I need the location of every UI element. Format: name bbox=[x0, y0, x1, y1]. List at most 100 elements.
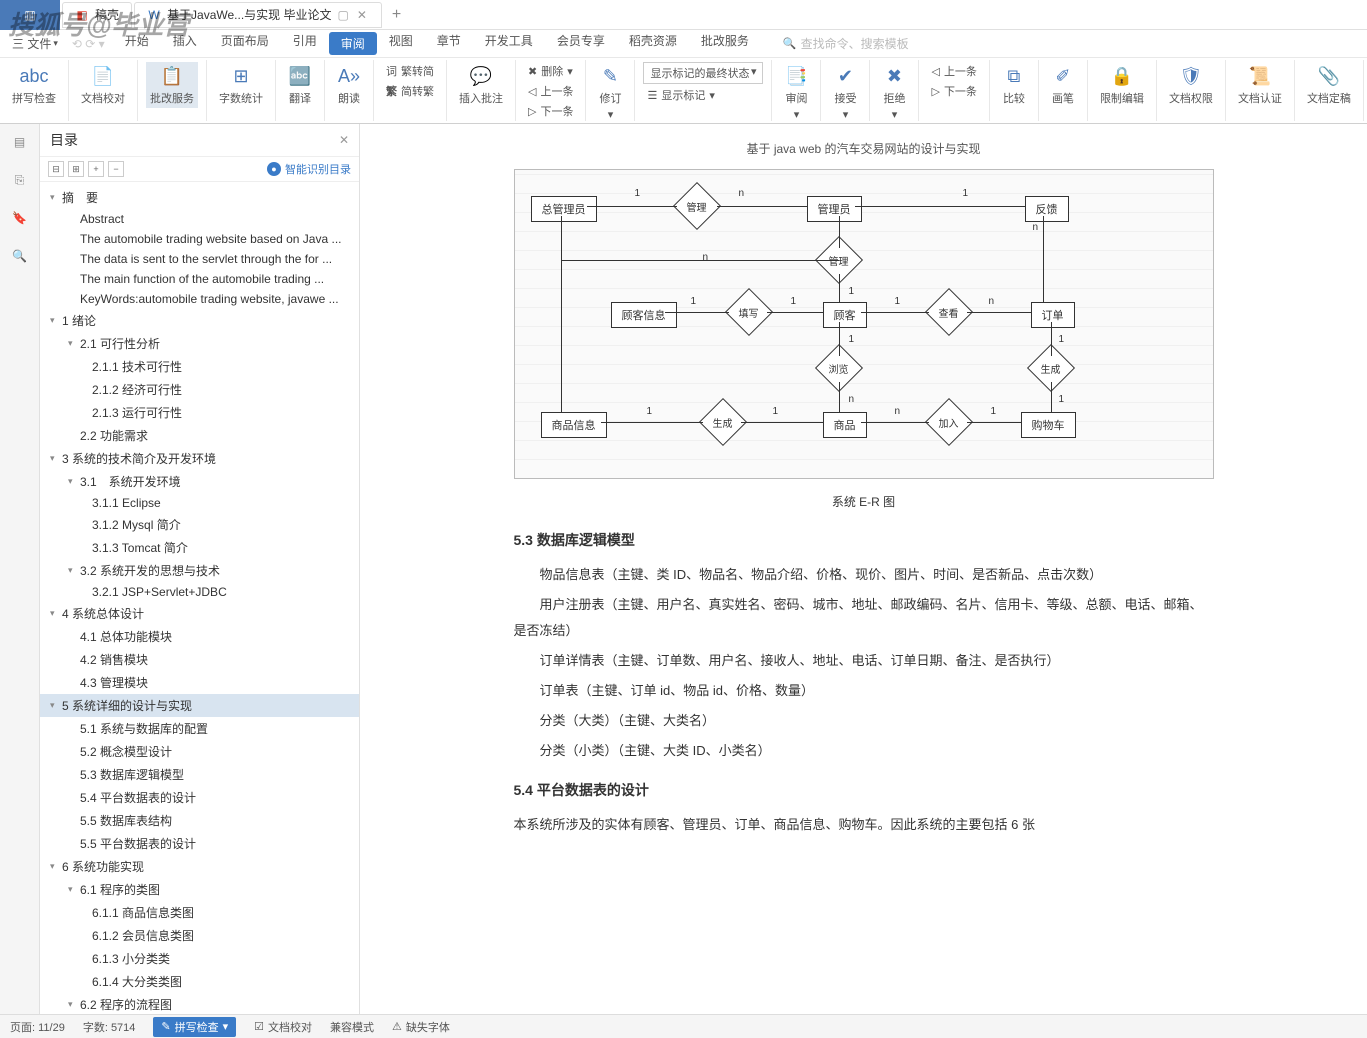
insert-comment-button[interactable]: 💬插入批注 bbox=[455, 62, 507, 108]
outline-item[interactable]: 3.1.2 Mysql 简介 bbox=[40, 513, 359, 536]
prev-change-button[interactable]: ◁ 上一条 bbox=[927, 62, 980, 80]
outline-item[interactable]: 6.1.1 商品信息类图 bbox=[40, 901, 359, 924]
word-count[interactable]: 字数: 5714 bbox=[83, 1019, 136, 1035]
outline-item[interactable]: ▾3.1 系统开发环境 bbox=[40, 470, 359, 493]
doc-cert-button[interactable]: 📜文档认证 bbox=[1234, 62, 1286, 108]
outline-item[interactable]: 6.1.4 大分类类图 bbox=[40, 970, 359, 993]
outline-item[interactable]: 5.1 系统与数据库的配置 bbox=[40, 717, 359, 740]
close-icon[interactable]: ✕ bbox=[339, 133, 349, 147]
outline-item[interactable]: 5.2 概念模型设计 bbox=[40, 740, 359, 763]
outline-panel: 目录 ✕ ⊟ ⊞ + − ●智能识别目录 ▾摘 要AbstractThe aut… bbox=[40, 124, 360, 1014]
doc-final-button[interactable]: 📎文档定稿 bbox=[1303, 62, 1355, 108]
outline-item[interactable]: 3.2.1 JSP+Servlet+JDBC bbox=[40, 582, 359, 602]
outline-item[interactable]: 5.3 数据库逻辑模型 bbox=[40, 763, 359, 786]
menu-稻壳资源[interactable]: 稻壳资源 bbox=[617, 32, 689, 55]
outline-item[interactable]: ▾2.1 可行性分析 bbox=[40, 332, 359, 355]
next-change-button[interactable]: ▷ 下一条 bbox=[927, 82, 980, 100]
outline-item[interactable]: 4.3 管理模块 bbox=[40, 671, 359, 694]
outline-item[interactable]: 5.4 平台数据表的设计 bbox=[40, 786, 359, 809]
menu-开发工具[interactable]: 开发工具 bbox=[473, 32, 545, 55]
missing-font[interactable]: ⚠ 缺失字体 bbox=[392, 1019, 450, 1035]
outline-item[interactable]: 4.1 总体功能模块 bbox=[40, 625, 359, 648]
simp-to-trad-button[interactable]: 繁简转繁 bbox=[382, 82, 438, 100]
accept-button[interactable]: ✔接受▾ bbox=[829, 62, 861, 123]
outline-item[interactable]: Abstract bbox=[40, 209, 359, 229]
search-icon[interactable]: 🔍 bbox=[10, 246, 30, 266]
menu-引用[interactable]: 引用 bbox=[281, 32, 329, 55]
nav-icon[interactable]: ⎘ bbox=[10, 170, 30, 190]
smart-outline-button[interactable]: ●智能识别目录 bbox=[267, 161, 351, 177]
menu-插入[interactable]: 插入 bbox=[161, 32, 209, 55]
doc-check-button[interactable]: 📄文档校对 bbox=[77, 62, 129, 108]
compare-button[interactable]: ⧉比较 bbox=[998, 62, 1030, 108]
search-command-input[interactable]: 查找命令、搜索模板 bbox=[783, 35, 909, 52]
outline-item[interactable]: ▾5 系统详细的设计与实现 bbox=[40, 694, 359, 717]
outline-item[interactable]: 2.2 功能需求 bbox=[40, 424, 359, 447]
delete-comment-button[interactable]: ✖ 删除▾ bbox=[524, 62, 577, 80]
outline-item[interactable]: 5.5 数据库表结构 bbox=[40, 809, 359, 832]
outline-item[interactable]: 3.1.1 Eclipse bbox=[40, 493, 359, 513]
outline-item[interactable]: 6.1.2 会员信息类图 bbox=[40, 924, 359, 947]
outline-item[interactable]: ▾1 绪论 bbox=[40, 309, 359, 332]
collapse-button[interactable]: + bbox=[88, 161, 104, 177]
outline-item[interactable]: ▾6.1 程序的类图 bbox=[40, 878, 359, 901]
outline-item[interactable]: 4.2 销售模块 bbox=[40, 648, 359, 671]
reject-button[interactable]: ✖拒绝▾ bbox=[878, 62, 910, 123]
outline-item[interactable]: ▾6.2 程序的流程图 bbox=[40, 993, 359, 1014]
trad-to-simp-button[interactable]: 词繁转简 bbox=[382, 62, 438, 80]
pen-button[interactable]: ✐画笔 bbox=[1047, 62, 1079, 108]
next-comment-button[interactable]: ▷ 下一条 bbox=[524, 102, 577, 120]
menu-页面布局[interactable]: 页面布局 bbox=[209, 32, 281, 55]
spell-check-button[interactable]: abc拼写检查 bbox=[8, 62, 60, 108]
word-count-button[interactable]: ⊞字数统计 bbox=[215, 62, 267, 108]
page-indicator[interactable]: 页面: 11/29 bbox=[10, 1019, 65, 1035]
close-icon[interactable]: ✕ bbox=[355, 8, 369, 22]
spell-check-status[interactable]: ✎ 拼写检查 ▾ bbox=[153, 1017, 236, 1037]
outline-item[interactable]: KeyWords:automobile trading website, jav… bbox=[40, 289, 359, 309]
outline-item[interactable]: The main function of the automobile trad… bbox=[40, 269, 359, 289]
outline-item[interactable]: ▾3 系统的技术简介及开发环境 bbox=[40, 447, 359, 470]
outline-icon[interactable]: ▤ bbox=[10, 132, 30, 152]
tab-2[interactable]: W 基于JavaWe...与实现 毕业论文 ▢ ✕ bbox=[134, 2, 382, 28]
app-menu-icon[interactable]: ▥ bbox=[0, 0, 60, 30]
document-area[interactable]: 基于 java web 的汽车交易网站的设计与实现 总管理员 管理 管理员 反馈… bbox=[360, 124, 1367, 1014]
translate-button[interactable]: 🔤翻译 bbox=[284, 62, 316, 108]
collapse-all-button[interactable]: ⊟ bbox=[48, 161, 64, 177]
show-marks-button[interactable]: ☰ 显示标记▾ bbox=[643, 86, 763, 104]
doc-check-status[interactable]: ☑ 文档校对 bbox=[254, 1019, 312, 1035]
menu-视图[interactable]: 视图 bbox=[377, 32, 425, 55]
doc-auth-button[interactable]: 🛡文档权限 bbox=[1165, 62, 1217, 108]
outline-item[interactable]: ▾6 系统功能实现 bbox=[40, 855, 359, 878]
add-tab-button[interactable]: + bbox=[382, 6, 411, 24]
outline-item[interactable]: The data is sent to the servlet through … bbox=[40, 249, 359, 269]
display-mode-dropdown[interactable]: 显示标记的最终状态▾ bbox=[643, 62, 763, 84]
prev-comment-button[interactable]: ◁ 上一条 bbox=[524, 82, 577, 100]
outline-item[interactable]: 2.1.3 运行可行性 bbox=[40, 401, 359, 424]
track-changes-button[interactable]: ✎修订▾ bbox=[594, 62, 626, 123]
outline-item[interactable]: The automobile trading website based on … bbox=[40, 229, 359, 249]
menu-章节[interactable]: 章节 bbox=[425, 32, 473, 55]
menu-会员专享[interactable]: 会员专享 bbox=[545, 32, 617, 55]
expand-button[interactable]: − bbox=[108, 161, 124, 177]
read-aloud-button[interactable]: A»朗读 bbox=[333, 62, 365, 108]
review-pane-button[interactable]: 📑审阅▾ bbox=[780, 62, 812, 123]
tab-1[interactable]: ◧ 稿壳 bbox=[62, 2, 132, 28]
outline-item[interactable]: 5.5 平台数据表的设计 bbox=[40, 832, 359, 855]
expand-all-button[interactable]: ⊞ bbox=[68, 161, 84, 177]
outline-item[interactable]: 6.1.3 小分类类 bbox=[40, 947, 359, 970]
menu-审阅[interactable]: 审阅 bbox=[329, 32, 377, 55]
outline-item[interactable]: 2.1.2 经济可行性 bbox=[40, 378, 359, 401]
outline-item[interactable]: 3.1.3 Tomcat 简介 bbox=[40, 536, 359, 559]
outline-item[interactable]: ▾摘 要 bbox=[40, 186, 359, 209]
tab-options-icon[interactable]: ▢ bbox=[337, 8, 348, 22]
compat-mode[interactable]: 兼容模式 bbox=[330, 1019, 374, 1035]
correction-button[interactable]: 📋批改服务 bbox=[146, 62, 198, 108]
menu-开始[interactable]: 开始 bbox=[113, 32, 161, 55]
outline-item[interactable]: 2.1.1 技术可行性 bbox=[40, 355, 359, 378]
outline-item[interactable]: ▾4 系统总体设计 bbox=[40, 602, 359, 625]
restrict-edit-button[interactable]: 🔒限制编辑 bbox=[1096, 62, 1148, 108]
file-menu[interactable]: 三 文件▾ bbox=[6, 35, 64, 52]
outline-item[interactable]: ▾3.2 系统开发的思想与技术 bbox=[40, 559, 359, 582]
bookmark-icon[interactable]: 🔖 bbox=[10, 208, 30, 228]
menu-批改服务[interactable]: 批改服务 bbox=[689, 32, 761, 55]
